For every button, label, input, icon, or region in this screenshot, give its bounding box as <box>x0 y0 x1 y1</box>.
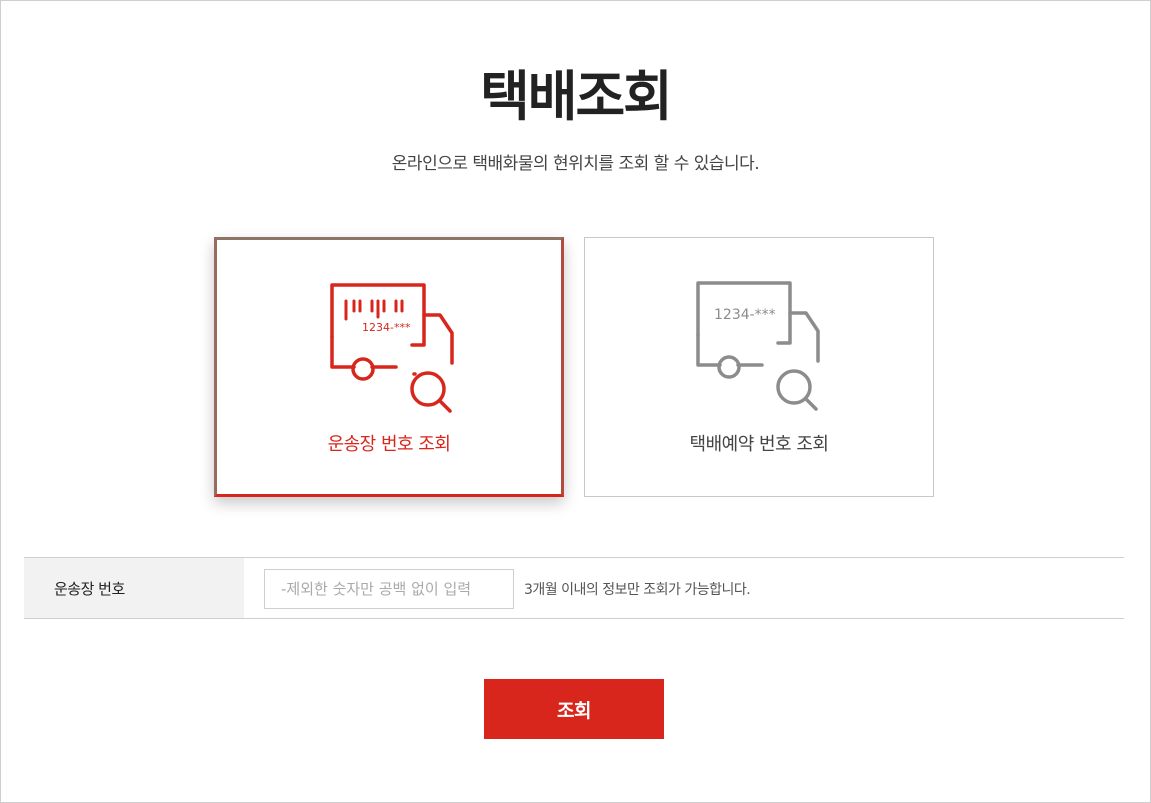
option-card-reservation-number[interactable]: 1234-*** 택배예약 번호 조회 <box>584 237 934 497</box>
tracking-number-input[interactable] <box>264 569 514 609</box>
search-button[interactable]: 조회 <box>484 679 664 739</box>
tracking-number-row: 운송장 번호 3개월 이내의 정보만 조회가 가능합니다. <box>24 557 1124 619</box>
tracking-number-label: 운송장 번호 <box>54 580 125 598</box>
search-period-note: 3개월 이내의 정보만 조회가 가능합니다. <box>524 582 751 598</box>
icon-code-text: 1234-*** <box>362 321 411 334</box>
page-subtitle: 온라인으로 택배화물의 현위치를 조회 할 수 있습니다. <box>391 154 760 174</box>
option-label-reservation-number: 택배예약 번호 조회 <box>689 434 829 455</box>
form-label-cell: 운송장 번호 <box>24 558 244 618</box>
truck-search-icon: 1234-*** <box>696 281 820 411</box>
truck-barcode-search-icon: 1234-*** <box>330 283 454 413</box>
option-card-tracking-number[interactable]: 1234-*** 운송장 번호 조회 <box>214 237 564 497</box>
option-label-tracking-number: 운송장 번호 조회 <box>327 434 451 455</box>
page-title: 택배조회 <box>480 65 673 128</box>
icon-code-text: 1234-*** <box>714 307 776 323</box>
